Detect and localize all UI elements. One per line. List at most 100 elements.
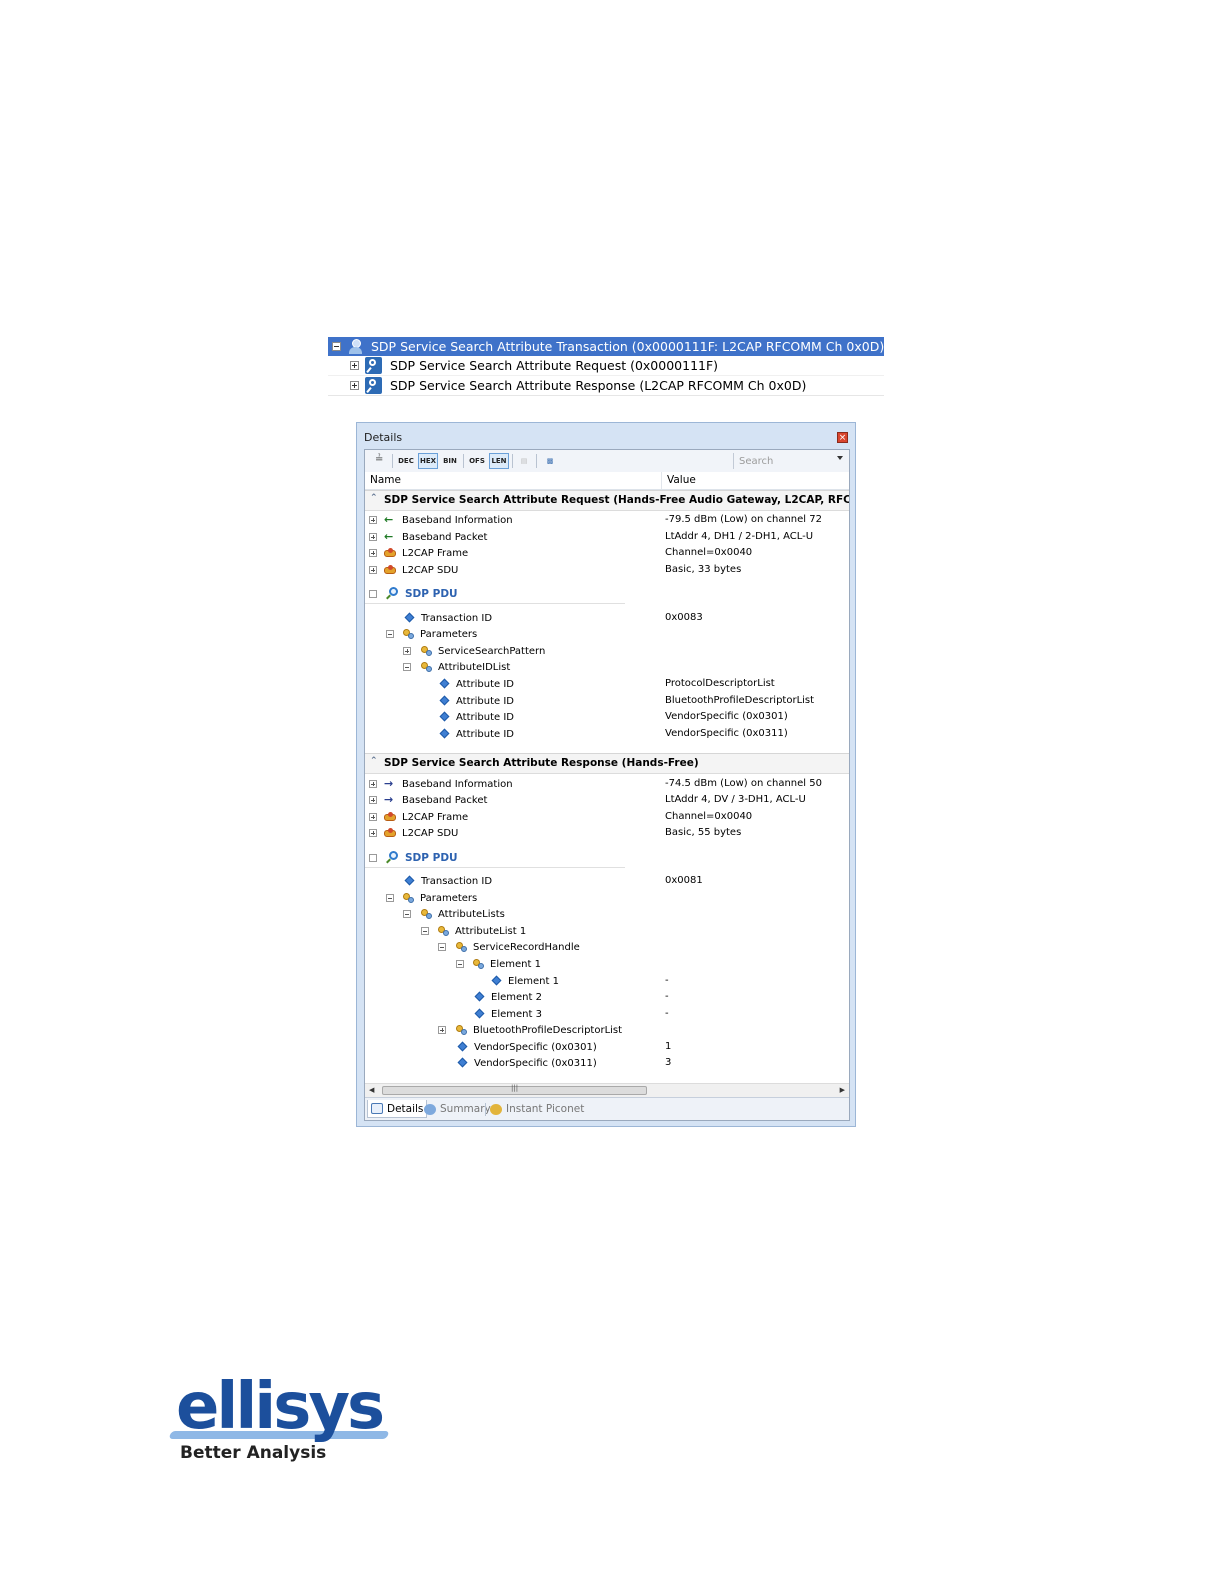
collapse-icon[interactable] bbox=[386, 894, 394, 902]
request-sdp-pdu[interactable]: SDP PDU bbox=[365, 585, 625, 604]
response-sdp-pdu[interactable]: SDP PDU bbox=[365, 849, 625, 868]
l2cap-frame-icon bbox=[384, 547, 397, 559]
row-name: L2CAP Frame bbox=[402, 547, 469, 559]
export-icon[interactable]: ▩ bbox=[541, 453, 559, 469]
field-icon bbox=[403, 875, 416, 887]
table-row[interactable]: → Baseband Packet LtAddr 4, DV / 3-DH1, A… bbox=[365, 792, 849, 808]
expand-icon[interactable] bbox=[369, 780, 377, 788]
ofs-button[interactable]: OFS bbox=[467, 453, 487, 469]
tab-label: Instant Piconet bbox=[506, 1103, 585, 1115]
tree-row[interactable]: Parameters bbox=[365, 626, 849, 642]
row-name: AttributeIDList bbox=[438, 661, 511, 673]
grip-icon: ||| bbox=[511, 1084, 519, 1092]
expand-icon[interactable] bbox=[350, 361, 359, 370]
collapse-icon[interactable] bbox=[369, 854, 377, 862]
row-name: Parameters bbox=[420, 628, 478, 640]
transaction-row[interactable]: SDP Service Search Attribute Transaction… bbox=[328, 337, 884, 356]
row-name: Attribute ID bbox=[456, 728, 514, 740]
tree-row[interactable]: Parameters bbox=[365, 890, 849, 906]
name-column-header[interactable]: Name bbox=[370, 474, 401, 486]
tab-summary[interactable]: Summary bbox=[421, 1100, 494, 1118]
collapse-icon[interactable] bbox=[332, 342, 341, 351]
scroll-right-icon[interactable]: ▶ bbox=[840, 1086, 845, 1094]
tree-row[interactable]: Attribute ID ProtocolDescriptorList bbox=[365, 676, 849, 692]
row-value: 3 bbox=[665, 1057, 672, 1068]
dropdown-arrow-icon[interactable] bbox=[837, 456, 843, 460]
tree-row[interactable]: Element 1 - bbox=[365, 973, 849, 989]
row-name: Baseband Information bbox=[402, 514, 513, 526]
len-button[interactable]: LEN bbox=[489, 453, 509, 469]
bin-button[interactable]: BIN bbox=[440, 453, 460, 469]
table-row[interactable]: L2CAP Frame Channel=0x0040 bbox=[365, 809, 849, 825]
request-section-header[interactable]: ⌃ SDP Service Search Attribute Request (… bbox=[365, 490, 849, 511]
expand-all-icon[interactable]: ≟ bbox=[375, 454, 383, 465]
tree-row[interactable]: Element 3 - bbox=[365, 1006, 849, 1022]
tree-row[interactable]: AttributeLists bbox=[365, 906, 849, 922]
search-input[interactable]: Search bbox=[733, 453, 845, 469]
collapse-icon[interactable] bbox=[438, 943, 446, 951]
copy-icon[interactable]: ▤ bbox=[517, 453, 531, 469]
baseband-packet-icon: → bbox=[384, 793, 394, 806]
collapse-icon[interactable] bbox=[369, 590, 377, 598]
tree-row[interactable]: VendorSpecific (0x0301) 1 bbox=[365, 1039, 849, 1055]
logo-tagline: Better Analysis bbox=[180, 1443, 327, 1463]
response-row[interactable]: SDP Service Search Attribute Response (L… bbox=[328, 376, 884, 396]
collapse-icon[interactable] bbox=[421, 927, 429, 935]
table-row[interactable]: → Baseband Information -74.5 dBm (Low) on… bbox=[365, 776, 849, 792]
tree-row[interactable]: Transaction ID 0x0081 bbox=[365, 873, 849, 889]
scroll-thumb[interactable]: ||| bbox=[382, 1084, 647, 1095]
tree-row[interactable]: ServiceRecordHandle bbox=[365, 939, 849, 955]
expand-icon[interactable] bbox=[369, 566, 377, 574]
expand-icon[interactable] bbox=[369, 516, 377, 524]
row-name: AttributeList 1 bbox=[455, 925, 527, 937]
tree-row[interactable]: Element 1 bbox=[365, 956, 849, 972]
row-value: Channel=0x0040 bbox=[665, 811, 753, 822]
collapse-icon[interactable] bbox=[403, 910, 411, 918]
hex-button[interactable]: HEX bbox=[418, 453, 438, 469]
tree-row[interactable]: AttributeIDList bbox=[365, 659, 849, 675]
tree-row[interactable]: Transaction ID 0x0083 bbox=[365, 610, 849, 626]
field-icon bbox=[473, 991, 486, 1003]
column-divider[interactable] bbox=[661, 472, 662, 489]
row-value: Channel=0x0040 bbox=[665, 547, 753, 558]
collapse-icon[interactable] bbox=[456, 960, 464, 968]
tree-row[interactable]: Attribute ID VendorSpecific (0x0311) bbox=[365, 726, 849, 742]
table-row[interactable]: ← Baseband Packet LtAddr 4, DH1 / 2-DH1, … bbox=[365, 529, 849, 545]
tree-row[interactable]: Attribute ID VendorSpecific (0x0301) bbox=[365, 709, 849, 725]
collapse-section-icon[interactable]: ⌃ bbox=[370, 493, 378, 503]
expand-icon[interactable] bbox=[369, 829, 377, 837]
tree-row[interactable]: ServiceSearchPattern bbox=[365, 643, 849, 659]
request-row[interactable]: SDP Service Search Attribute Request (0x… bbox=[328, 356, 884, 376]
collapse-section-icon[interactable]: ⌃ bbox=[370, 756, 378, 766]
table-row[interactable]: ← Baseband Information -79.5 dBm (Low) on… bbox=[365, 512, 849, 528]
response-section-header[interactable]: ⌃ SDP Service Search Attribute Response … bbox=[365, 753, 849, 774]
logo-wordmark: ellisys bbox=[176, 1370, 385, 1444]
dec-button[interactable]: DEC bbox=[396, 453, 416, 469]
expand-icon[interactable] bbox=[369, 533, 377, 541]
expand-icon[interactable] bbox=[369, 813, 377, 821]
scroll-left-icon[interactable]: ◀ bbox=[369, 1086, 374, 1094]
row-name: VendorSpecific (0x0301) bbox=[474, 1041, 597, 1053]
details-content: ≟ DEC HEX BIN OFS LEN ▤ ▩ Search Name Va… bbox=[364, 449, 850, 1121]
piconet-tab-icon bbox=[490, 1103, 502, 1115]
tree-row[interactable]: Attribute ID BluetoothProfileDescriptorL… bbox=[365, 693, 849, 709]
tree-row[interactable]: VendorSpecific (0x0311) 3 bbox=[365, 1055, 849, 1071]
value-column-header[interactable]: Value bbox=[667, 474, 696, 486]
table-row[interactable]: L2CAP Frame Channel=0x0040 bbox=[365, 545, 849, 561]
expand-icon[interactable] bbox=[369, 549, 377, 557]
tree-row[interactable]: AttributeList 1 bbox=[365, 923, 849, 939]
collapse-icon[interactable] bbox=[403, 663, 411, 671]
expand-icon[interactable] bbox=[369, 796, 377, 804]
expand-icon[interactable] bbox=[350, 381, 359, 390]
tab-details[interactable]: Details bbox=[367, 1100, 428, 1118]
table-row[interactable]: L2CAP SDU Basic, 33 bytes bbox=[365, 562, 849, 578]
expand-icon[interactable] bbox=[403, 647, 411, 655]
collapse-icon[interactable] bbox=[386, 630, 394, 638]
table-row[interactable]: L2CAP SDU Basic, 55 bytes bbox=[365, 825, 849, 841]
horizontal-scrollbar[interactable]: ◀ ||| ▶ bbox=[365, 1083, 849, 1097]
close-icon[interactable]: × bbox=[837, 432, 848, 443]
tree-row[interactable]: Element 2 - bbox=[365, 989, 849, 1005]
tree-row[interactable]: BluetoothProfileDescriptorList bbox=[365, 1022, 849, 1038]
expand-icon[interactable] bbox=[438, 1026, 446, 1034]
tab-instant-piconet[interactable]: Instant Piconet bbox=[487, 1100, 587, 1118]
